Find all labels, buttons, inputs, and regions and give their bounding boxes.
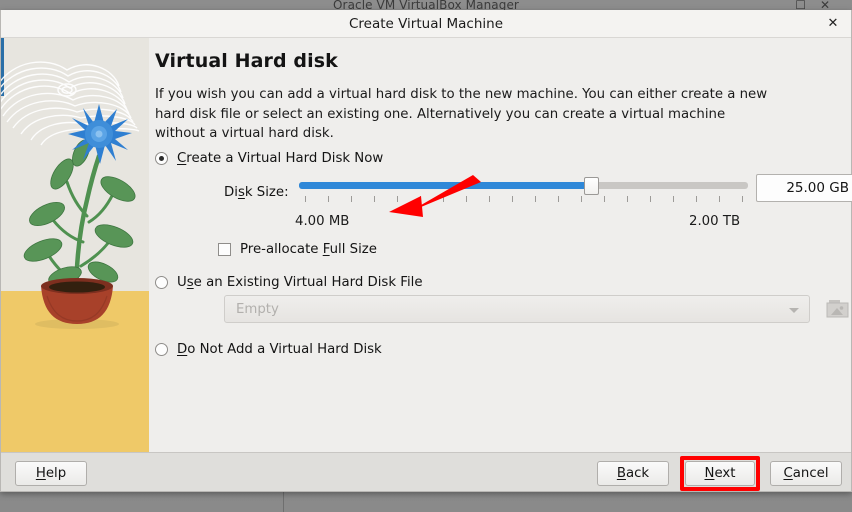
slider-handle[interactable] — [584, 177, 599, 195]
mnemonic-letter: C — [783, 466, 792, 481]
label-prefix: Pre-allocate — [240, 242, 323, 257]
dialog-title: Create Virtual Machine — [1, 16, 851, 32]
mnemonic-letter: N — [705, 466, 715, 481]
page-description: If you wish you can add a virtual hard d… — [155, 85, 770, 144]
mnemonic-letter: H — [36, 466, 46, 481]
label-suffix: ancel — [793, 466, 829, 481]
chevron-down-icon[interactable] — [789, 308, 799, 313]
existing-disk-placeholder: Empty — [236, 302, 279, 317]
label-suffix: ack — [626, 466, 649, 481]
dialog-body: Virtual Hard disk If you wish you can ad… — [1, 38, 851, 491]
slider-tick-marks — [299, 196, 748, 203]
label-prefix: U — [177, 275, 187, 290]
disk-size-label: Disk Size: — [224, 185, 289, 200]
radio-label-create-now: Create a Virtual Hard Disk Now — [177, 151, 383, 166]
existing-disk-row: Empty — [155, 295, 852, 323]
checkbox-indicator-preallocate[interactable] — [218, 243, 231, 256]
mnemonic-letter: C — [177, 151, 186, 166]
radio-indicator-use-existing[interactable] — [155, 276, 168, 289]
label-suffix: k Size: — [245, 185, 289, 200]
radio-indicator-create-now[interactable] — [155, 152, 168, 165]
dialog-footer: Help Back Next Cancel — [1, 452, 851, 491]
label-suffix: o Not Add a Virtual Hard Disk — [187, 342, 382, 357]
page-title: Virtual Hard disk — [155, 50, 338, 72]
radio-label-use-existing: Use an Existing Virtual Hard Disk File — [177, 275, 423, 290]
label-suffix: ull Size — [330, 242, 377, 257]
disk-size-max-label: 2.00 TB — [689, 214, 740, 229]
radio-indicator-do-not-add[interactable] — [155, 343, 168, 356]
mnemonic-letter: D — [177, 342, 187, 357]
radio-use-existing-virtual-hard-disk-file[interactable]: Use an Existing Virtual Hard Disk File — [155, 275, 423, 290]
cancel-button[interactable]: Cancel — [770, 461, 842, 486]
label-suffix: e an Existing Virtual Hard Disk File — [194, 275, 423, 290]
label-rest: reate a Virtual Hard Disk Now — [186, 151, 383, 166]
wizard-content: Virtual Hard disk If you wish you can ad… — [149, 38, 851, 452]
disk-size-row: Disk Size: 25.00 GB — [155, 176, 852, 214]
radio-do-not-add-virtual-hard-disk[interactable]: Do Not Add a Virtual Hard Disk — [155, 342, 382, 357]
help-button[interactable]: Help — [15, 461, 87, 486]
slider-fill — [299, 182, 591, 189]
background-panel-divider — [283, 489, 284, 512]
folder-icon — [825, 295, 851, 323]
browse-disk-button[interactable] — [825, 295, 851, 323]
label-prefix: Di — [224, 185, 238, 200]
dialog-titlebar: Create Virtual Machine ✕ — [1, 10, 851, 38]
back-button[interactable]: Back — [597, 461, 669, 486]
existing-disk-combobox[interactable]: Empty — [224, 295, 810, 323]
screen: Oracle VM VirtualBox Manager ☐✕ Create V… — [0, 0, 852, 512]
radio-create-virtual-hard-disk-now[interactable]: Create a Virtual Hard Disk Now — [155, 151, 383, 166]
next-button[interactable]: Next — [685, 461, 755, 486]
wizard-illustration — [1, 38, 149, 452]
create-virtual-machine-dialog: Create Virtual Machine ✕ — [0, 10, 852, 492]
label-suffix: ext — [714, 466, 735, 481]
disk-size-spinbox[interactable]: 25.00 GB — [756, 174, 852, 202]
checkbox-label-preallocate: Pre-allocate Full Size — [240, 242, 377, 257]
label-suffix: elp — [46, 466, 66, 481]
disk-size-slider[interactable] — [299, 176, 748, 206]
disk-size-value: 25.00 GB — [786, 180, 849, 196]
mnemonic-letter: F — [323, 242, 330, 257]
mnemonic-letter: s — [187, 275, 194, 290]
disk-size-min-label: 4.00 MB — [295, 214, 349, 229]
close-icon[interactable]: ✕ — [824, 15, 842, 33]
potted-plant-icon — [19, 90, 137, 340]
mnemonic-letter: s — [238, 185, 245, 200]
mnemonic-letter: B — [617, 466, 626, 481]
radio-label-do-not-add: Do Not Add a Virtual Hard Disk — [177, 342, 382, 357]
checkbox-preallocate-full-size[interactable]: Pre-allocate Full Size — [218, 242, 377, 257]
